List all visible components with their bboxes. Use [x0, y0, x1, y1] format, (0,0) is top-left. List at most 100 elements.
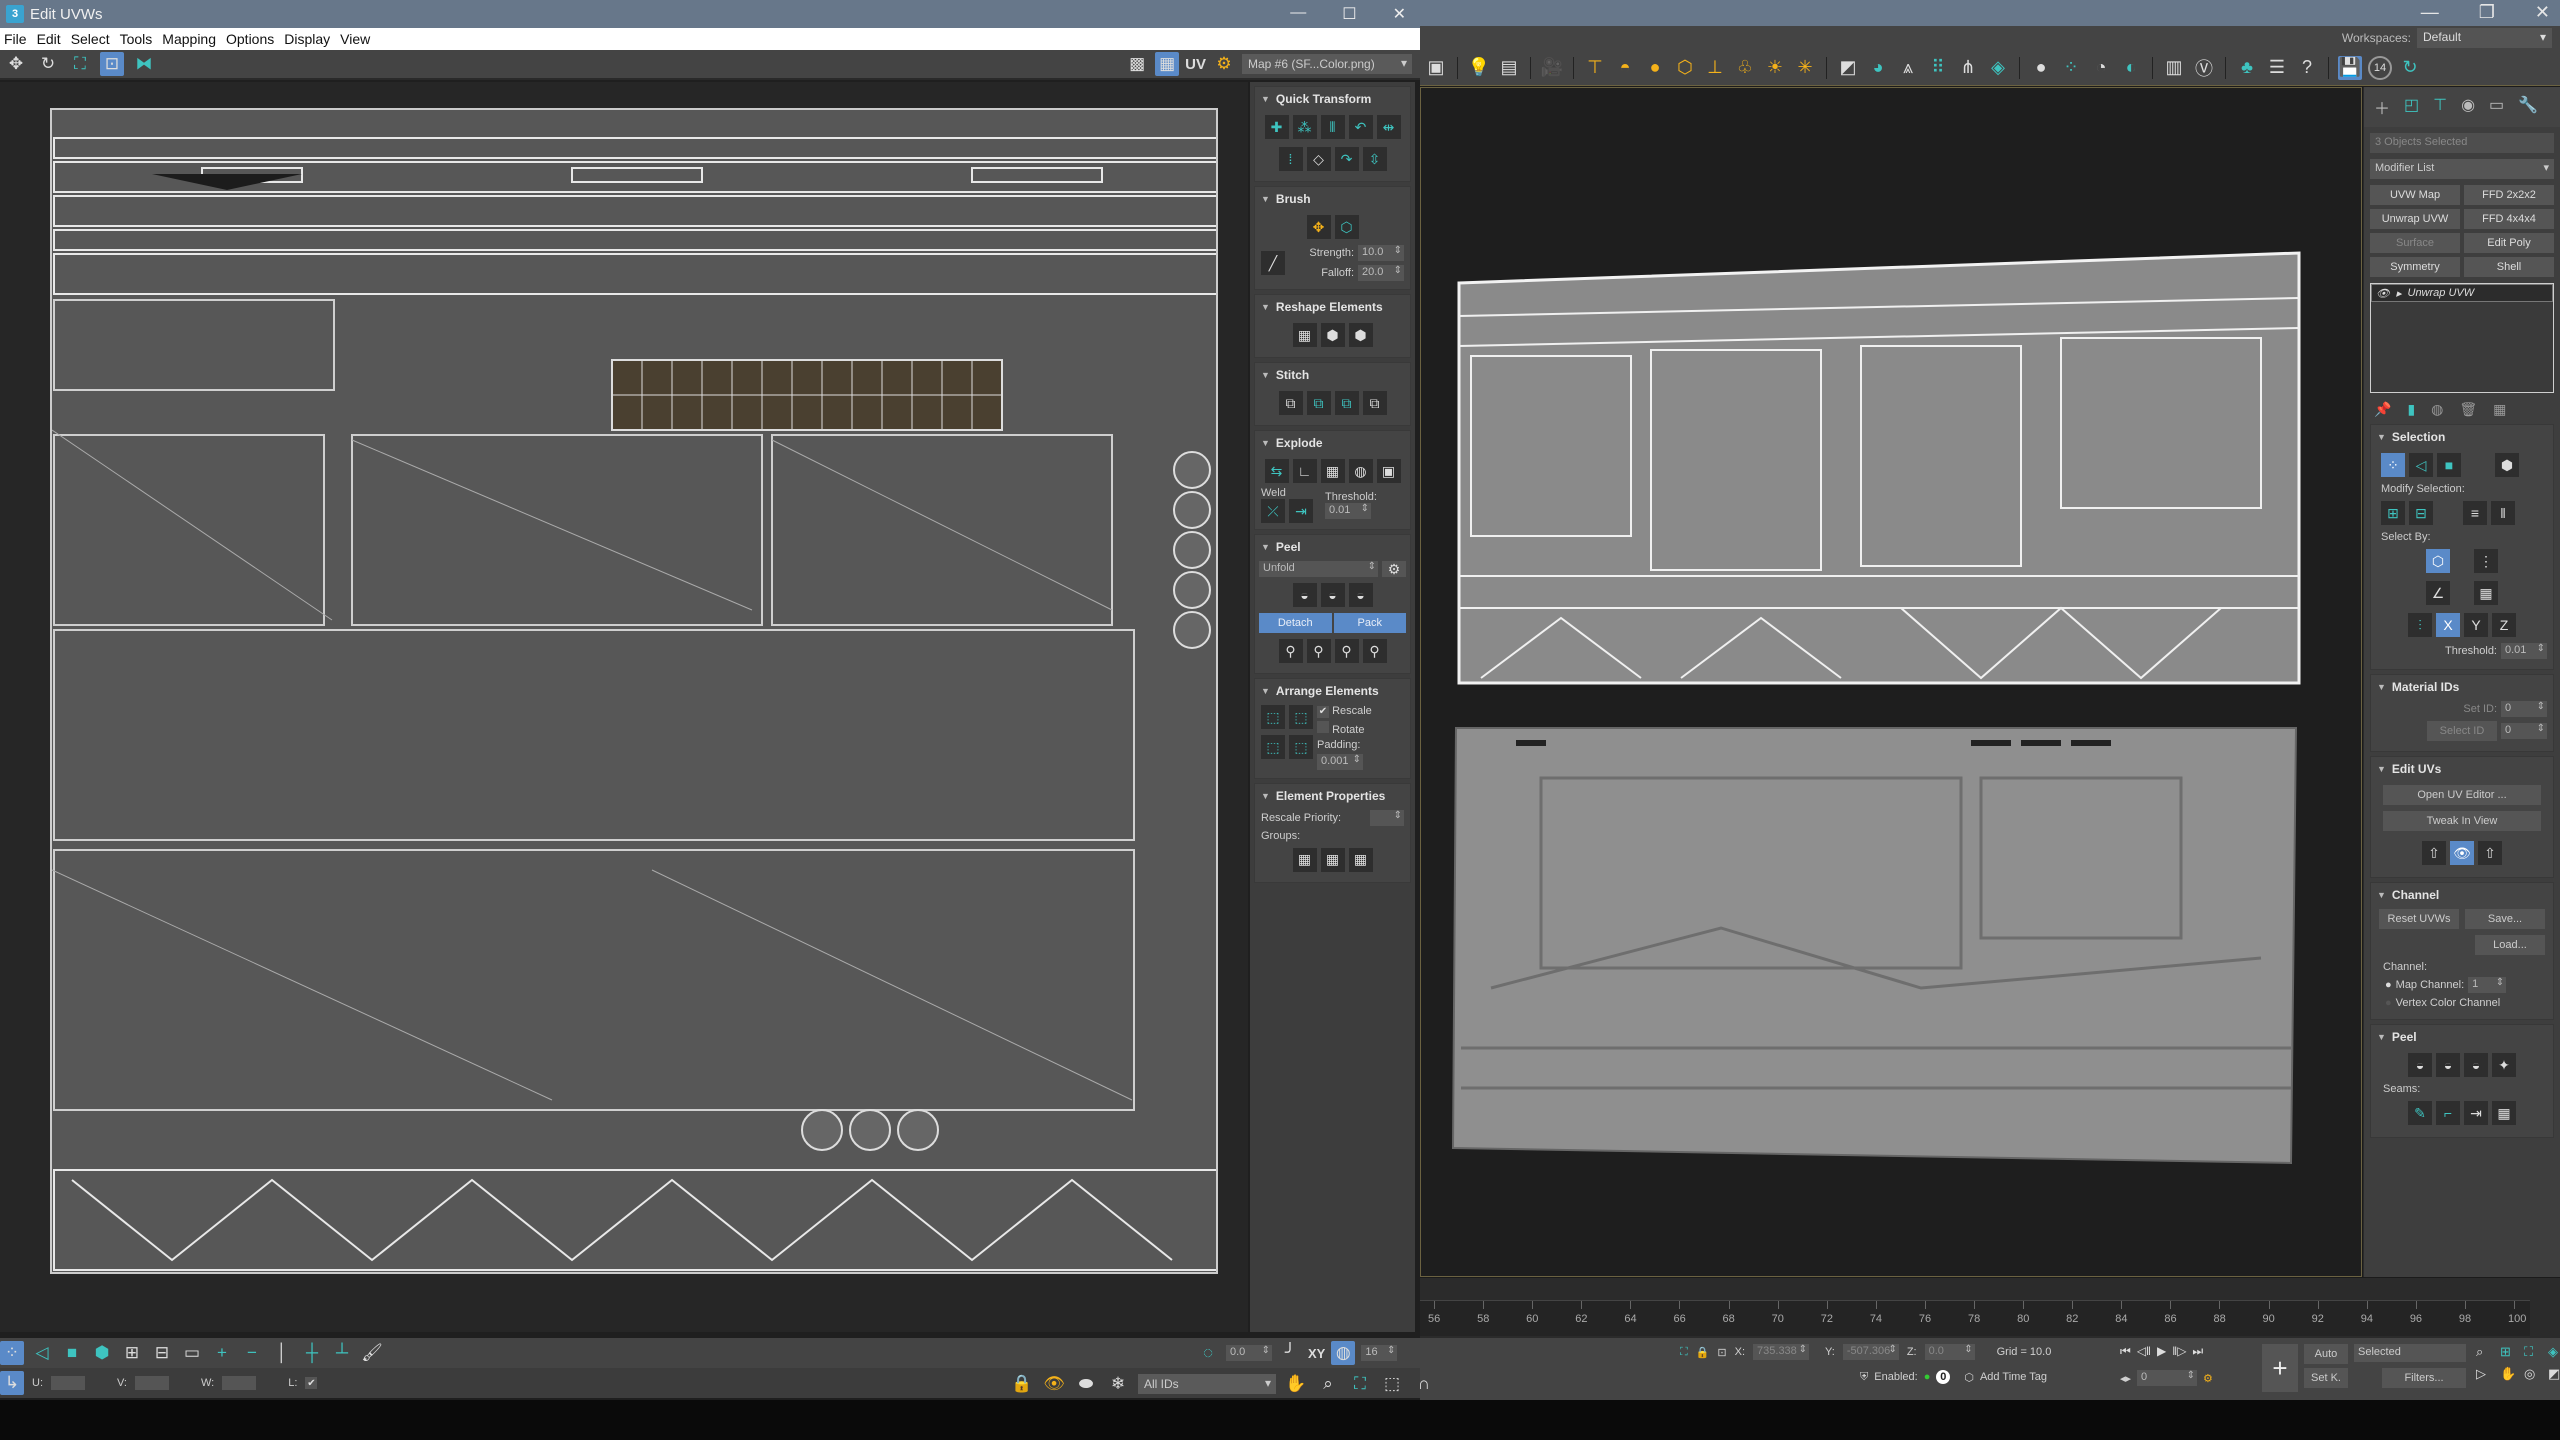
menu-file[interactable]: File [4, 31, 27, 47]
grow-selection-icon[interactable]: ⊞ [2381, 501, 2405, 525]
zoom-extents-icon[interactable]: ⬚ [1380, 1372, 1404, 1396]
sphere-light-icon[interactable]: ● [1643, 56, 1667, 80]
menu-options[interactable]: Options [226, 31, 274, 47]
absolute-mode-icon[interactable]: ⊡ [1717, 1346, 1726, 1359]
point-to-point-seams-icon[interactable]: ⌐ [2436, 1101, 2460, 1125]
modifier-button[interactable]: FFD 2x2x2 [2464, 185, 2554, 205]
decal-icon[interactable]: ◕ [1866, 56, 1890, 80]
y-coordinate-field[interactable]: -507.306 [1842, 1344, 1899, 1360]
menu-select[interactable]: Select [71, 31, 110, 47]
mirror-icon[interactable]: ⧓ [132, 52, 156, 76]
map-channel-spinner[interactable]: 1 [2468, 977, 2507, 993]
help-icon[interactable]: ? [2295, 56, 2319, 80]
paint-move-icon[interactable]: ✥ [1306, 215, 1331, 239]
stitch-to-target-icon[interactable]: ⧉ [1306, 391, 1331, 415]
zoom-icon[interactable]: ⌕ [1316, 1372, 1340, 1396]
select-by-uv-icon[interactable]: ⋮ [2474, 549, 2498, 573]
auto-key-button[interactable]: Auto [2304, 1344, 2348, 1364]
flatten-by-smoothing-icon[interactable]: ◍ [1348, 459, 1373, 483]
threshold-spinner[interactable]: 0.01 [2501, 643, 2547, 659]
minimize-button[interactable]: — [1290, 4, 1306, 24]
grow-loop-icon[interactable]: + [210, 1341, 234, 1365]
texture-map-dropdown[interactable]: Map #6 (SF...Color.png) [1242, 54, 1412, 74]
map-channel-radio[interactable]: ● [2385, 979, 2392, 991]
create-tab-icon[interactable]: ＋ [2374, 95, 2390, 119]
vertex-mode-icon[interactable]: ⁘ [2381, 453, 2405, 477]
sun-light-icon[interactable]: ☀ [1763, 56, 1787, 80]
flatten-by-material-icon[interactable]: ▣ [1376, 459, 1401, 483]
pin-stack-icon[interactable]: 📌 [2374, 401, 2391, 418]
peel-mode-icon[interactable]: ◒ [2436, 1053, 2460, 1077]
set-key-mode-button[interactable]: Set K. [2304, 1368, 2348, 1388]
shrink-selection-icon[interactable]: ⊟ [2409, 501, 2433, 525]
mirror-axis-icon[interactable]: ⫶ [2408, 613, 2432, 637]
rotate-checkbox[interactable] [1317, 720, 1329, 733]
linear-align-icon[interactable]: ◇ [1306, 147, 1331, 171]
menu-view[interactable]: View [340, 31, 370, 47]
spot-light-icon[interactable]: ⊥ [1703, 56, 1727, 80]
pack-together-icon[interactable]: ⬚ [1261, 735, 1285, 759]
isolate-selection-icon[interactable]: ⛶ [1680, 1346, 1688, 1359]
modifier-button[interactable]: Shell [2464, 257, 2554, 277]
peel-settings-icon[interactable]: ⚙ [1382, 561, 1406, 577]
tweak-icon[interactable]: ⇧ [2422, 841, 2446, 865]
key-mode-icon[interactable]: ◂▸ [2120, 1372, 2131, 1385]
grid-size-spinner[interactable]: 16 [1361, 1345, 1398, 1361]
pack-normalize-icon[interactable]: ⬚ [1261, 705, 1285, 729]
save-uvw-button[interactable]: Save... [2465, 909, 2545, 929]
loop-selection-icon[interactable]: ‖ [2491, 501, 2515, 525]
rotate-ccw-icon[interactable]: ↶ [1348, 115, 1373, 139]
modifier-button[interactable]: Edit Poly [2464, 233, 2554, 253]
isolate-icon[interactable]: ⬬ [1074, 1372, 1098, 1396]
rescale-checkbox[interactable]: ✔ [1317, 705, 1329, 718]
paint-select-icon[interactable]: 🖌 [360, 1341, 384, 1365]
grow-ring-icon[interactable]: ┼ [300, 1341, 324, 1365]
vertex-select-icon[interactable]: ⁘ [0, 1341, 24, 1365]
shrink-selection-icon[interactable]: ⊟ [150, 1341, 174, 1365]
w-field[interactable] [222, 1376, 257, 1390]
quick-peel-icon[interactable]: ◒ [1292, 583, 1317, 607]
convert-edge-seams-icon[interactable]: ⇥ [2464, 1101, 2488, 1125]
align-to-edge-icon[interactable]: ⁞ [1278, 147, 1303, 171]
stack-item-unwrap[interactable]: 👁 ▸ Unwrap UVW [2371, 284, 2553, 302]
grow-selection-icon[interactable]: ⊞ [120, 1341, 144, 1365]
pack-custom-icon[interactable]: ⬚ [1289, 705, 1313, 729]
stitch-to-source-icon[interactable]: ⧉ [1334, 391, 1359, 415]
soft-selection-icon[interactable]: ◌ [1196, 1341, 1220, 1365]
element-select-icon[interactable]: ⬢ [90, 1341, 114, 1365]
set-pivot-icon[interactable]: ✚ [1264, 115, 1289, 139]
tweak-in-view-button[interactable]: Tweak In View [2383, 811, 2541, 831]
menu-edit[interactable]: Edit [37, 31, 61, 47]
v-field[interactable] [135, 1376, 169, 1390]
camera-sequencer-icon[interactable]: ▤ [1497, 56, 1521, 80]
menu-display[interactable]: Display [284, 31, 330, 47]
uv-viewport[interactable] [0, 82, 1248, 1332]
workspaces-dropdown[interactable]: Default [2417, 28, 2552, 48]
pin-icon[interactable]: ⚲ [1278, 639, 1303, 663]
version-badge[interactable]: 14 [2368, 55, 2392, 80]
make-unique-icon[interactable]: ◍ [2431, 401, 2443, 418]
select-by-planar-icon[interactable]: ▦ [2474, 581, 2498, 605]
select-by-angle-icon[interactable]: ∠ [2426, 581, 2450, 605]
freeform-icon[interactable]: ⊡ [100, 52, 124, 76]
relax-brush-icon[interactable]: ⬡ [1334, 215, 1359, 239]
freeze-icon[interactable]: ❄ [1106, 1372, 1130, 1396]
timeline-ruler[interactable]: 56 58 60 62 64 66 68 70 72 74 76 78 80 82 84 86 88 90 92 94… [1420, 1300, 2530, 1336]
group-selected-icon[interactable]: ▦ [1292, 847, 1317, 872]
close-button[interactable]: ✕ [2535, 2, 2550, 23]
quick-peel-icon[interactable]: ◒ [2408, 1053, 2432, 1077]
set-id-spinner[interactable]: 0 [2501, 701, 2547, 717]
stitch-custom-icon[interactable]: ⧉ [1278, 391, 1303, 415]
material-id-filter-dropdown[interactable]: All IDs [1138, 1374, 1276, 1394]
uv-texture-canvas[interactable] [50, 108, 1218, 1274]
coordinate-space-toggle[interactable]: XY [1308, 1346, 1325, 1361]
maximize-viewport-icon[interactable]: ◩ [2548, 1366, 2560, 1382]
adaptive-degradation-icon[interactable]: ⛨ [1860, 1371, 1868, 1384]
weld-all-icon[interactable]: ⇥ [1289, 499, 1313, 523]
modifier-list-dropdown[interactable]: Modifier List [2370, 159, 2554, 179]
falloff-spinner[interactable]: 20.0 [1358, 265, 1404, 281]
relax-until-flat-icon[interactable]: ⬢ [1320, 323, 1345, 347]
display-tab-icon[interactable]: ▭ [2489, 95, 2504, 119]
shrink-loop-icon[interactable]: − [240, 1341, 264, 1365]
move-tweak-icon[interactable]: ⇧ [2478, 841, 2502, 865]
